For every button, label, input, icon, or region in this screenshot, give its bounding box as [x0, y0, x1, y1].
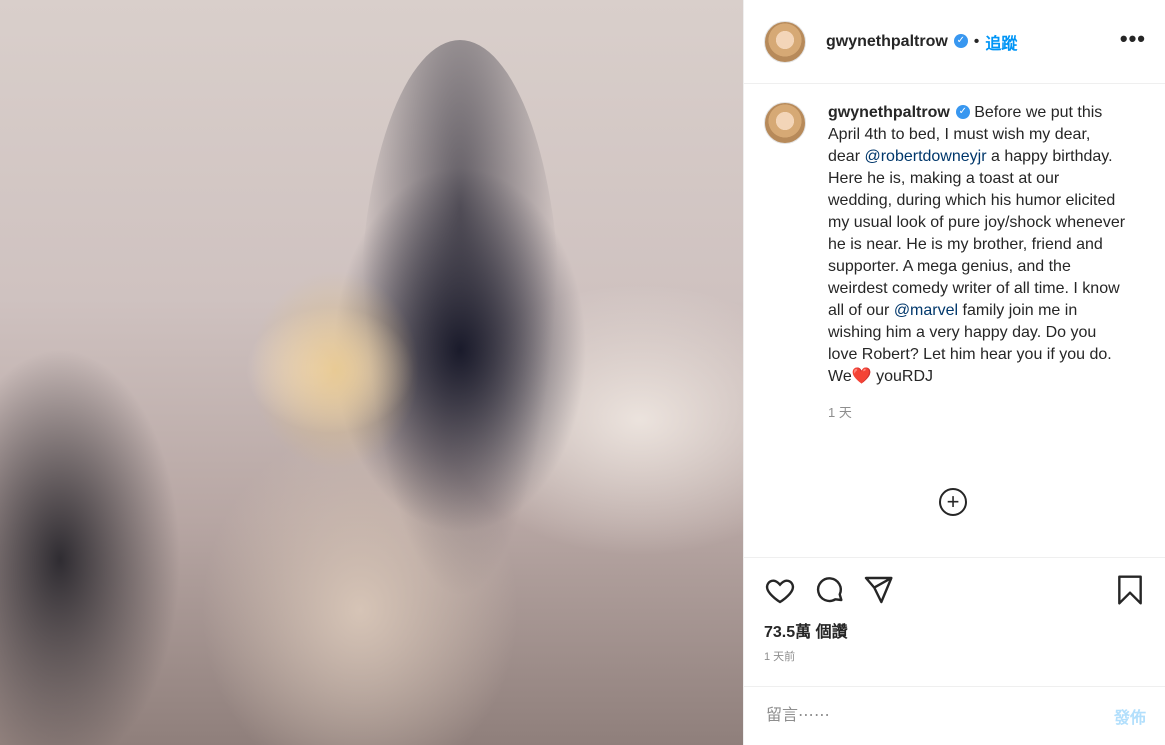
caption: gwynethpaltrow ✓ Before we put this April…: [764, 102, 1150, 421]
caption-text-part: youRDJ: [871, 368, 933, 385]
caption-time[interactable]: 1 天: [828, 402, 1150, 421]
post-photo[interactable]: [0, 0, 743, 745]
caption-username[interactable]: gwynethpaltrow: [828, 104, 950, 121]
action-bar: 73.5萬 個讚 1 天前: [744, 557, 1165, 688]
save-bookmark-icon[interactable]: [1114, 574, 1146, 606]
follow-button[interactable]: 追蹤: [985, 30, 1017, 54]
comment-input[interactable]: [764, 706, 1114, 726]
post-comment-button[interactable]: 發佈: [1114, 704, 1146, 728]
more-icon[interactable]: •••: [1120, 28, 1146, 50]
heart-emoji: ❤️: [851, 368, 872, 385]
header-username[interactable]: gwynethpaltrow: [826, 33, 948, 51]
verified-icon: ✓: [955, 104, 970, 119]
comment-icon[interactable]: [814, 574, 846, 606]
comment-bar: 發佈: [744, 686, 1165, 745]
mention-link[interactable]: @robertdowneyjr: [864, 148, 986, 165]
caption-avatar[interactable]: [764, 102, 806, 144]
post-header: gwynethpaltrow ✓ • 追蹤 •••: [744, 0, 1165, 84]
like-heart-icon[interactable]: [764, 574, 796, 606]
verified-icon: ✓: [953, 33, 968, 48]
add-circle-icon[interactable]: +: [939, 488, 967, 516]
post-timestamp[interactable]: 1 天前: [764, 648, 795, 664]
share-icon[interactable]: [862, 574, 894, 606]
avatar[interactable]: [764, 20, 806, 63]
post-sidebar: gwynethpaltrow ✓ • 追蹤 ••• gwynethpaltrow…: [743, 0, 1165, 745]
caption-text: gwynethpaltrow ✓ Before we put this April…: [828, 102, 1126, 388]
caption-text-part: a happy birthday. Here he is, making a t…: [828, 148, 1126, 319]
photo-figure-woman: [250, 270, 420, 470]
mention-link[interactable]: @marvel: [894, 302, 958, 319]
likes-count[interactable]: 73.5萬 個讚: [764, 618, 848, 642]
separator-dot: •: [973, 32, 980, 50]
